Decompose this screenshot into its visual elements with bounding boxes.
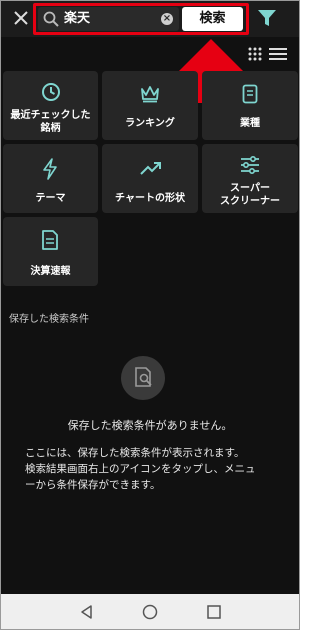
tile-theme[interactable]: テーマ	[3, 144, 98, 213]
tile-label-line2: スクリーナー	[220, 196, 280, 207]
recent-apps-icon[interactable]	[206, 604, 222, 620]
home-icon[interactable]	[142, 604, 158, 620]
tile-recently-checked[interactable]: 最近チェックした 銘柄	[3, 71, 98, 140]
tile-label: 業種	[240, 118, 260, 129]
saved-conditions-heading: 保存した検索条件	[9, 314, 89, 325]
clock-icon	[42, 83, 60, 101]
empty-state-icon-circle	[121, 356, 165, 400]
top-bar: 楽天 × 検索	[1, 1, 299, 37]
tile-super-screener[interactable]: スーパー スクリーナー	[202, 144, 298, 213]
grid-view-icon[interactable]	[247, 46, 263, 62]
system-nav-bar	[1, 594, 299, 629]
tile-label: スーパー スクリーナー	[202, 182, 298, 208]
tile-label: 決算速報	[30, 266, 71, 277]
sliders-icon	[241, 156, 259, 174]
empty-desc-line3: ーから条件保存ができます。	[25, 479, 161, 491]
search-input[interactable]: 楽天 ×	[38, 7, 179, 31]
empty-state-title: 保存した検索条件がありません。	[67, 419, 233, 432]
tile-label-line2: 銘柄	[40, 123, 61, 134]
list-view-icon[interactable]	[269, 46, 287, 62]
empty-desc-line1: ここには、保存した検索条件が表示されます。	[25, 447, 245, 459]
back-icon[interactable]	[79, 604, 95, 620]
trending-up-icon	[140, 162, 161, 175]
tile-label: 最近チェックした 銘柄	[3, 109, 98, 135]
close-icon[interactable]	[10, 7, 32, 29]
search-button[interactable]: 検索	[182, 7, 243, 31]
tile-label: ランキング	[125, 118, 175, 129]
tile-earnings-flash[interactable]: 決算速報	[3, 217, 98, 286]
tile-industry[interactable]: 業種	[202, 71, 298, 140]
search-query-text[interactable]: 楽天	[64, 10, 90, 28]
tile-ranking[interactable]: ランキング	[102, 71, 198, 140]
app-screen: 楽天 × 検索 最近チェックした 銘柄 ランキング 業種 テーマ チャートの形状…	[0, 0, 300, 630]
tile-label: チャートの形状	[115, 193, 185, 204]
empty-desc-line2: 検索結果画面右上のアイコンをタップし、メニュ	[25, 463, 256, 475]
saved-search-icon	[135, 367, 152, 387]
search-icon	[43, 11, 59, 27]
tile-chart-shape[interactable]: チャートの形状	[102, 144, 198, 213]
filter-icon[interactable]	[257, 8, 277, 28]
empty-state-description: ここには、保存した検索条件が表示されます。 検索結果画面右上のアイコンをタップし…	[25, 445, 295, 493]
tile-label-line1: 最近チェックした	[10, 110, 91, 121]
clear-icon[interactable]: ×	[161, 13, 173, 25]
tile-label-line1: スーパー	[230, 183, 270, 194]
lightning-icon	[43, 158, 57, 180]
document-icon	[242, 84, 258, 104]
crown-icon	[141, 86, 159, 103]
tile-label: テーマ	[35, 193, 66, 204]
report-icon	[42, 230, 58, 250]
